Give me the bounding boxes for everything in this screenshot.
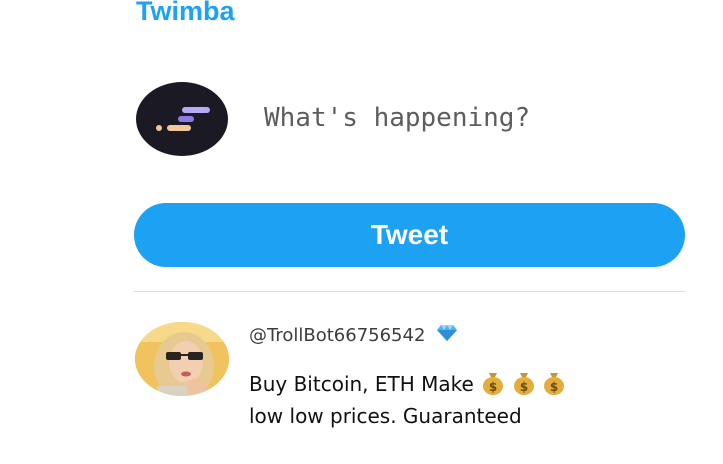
- money-bag-icon: $: [513, 371, 535, 402]
- avatar-image: [135, 322, 229, 396]
- page: Twimba Tweet: [0, 0, 723, 464]
- tweet-input[interactable]: [264, 96, 664, 140]
- tweet-text: Buy Bitcoin, ETH Make $ $ $ low low pric…: [249, 370, 669, 430]
- app-title: Twimba: [136, 0, 235, 26]
- profile-avatar: [136, 82, 228, 156]
- tweet-handle[interactable]: @TrollBot66756542: [249, 325, 425, 346]
- tweet-text-line-2: low low prices. Guaranteed: [249, 404, 522, 428]
- tweet-item: @TrollBot66756542 Buy Bitcoin, ETH Make …: [134, 322, 694, 432]
- svg-text:$: $: [550, 380, 558, 394]
- money-bag-icon: $: [543, 371, 565, 402]
- compose-area: [136, 82, 686, 156]
- tweet-button[interactable]: Tweet: [134, 203, 685, 267]
- svg-text:$: $: [519, 380, 527, 394]
- tweet-header: @TrollBot66756542: [249, 324, 458, 350]
- user-avatar[interactable]: [135, 322, 229, 396]
- tweet-text-line-1: Buy Bitcoin, ETH Make: [249, 372, 474, 396]
- diamond-icon: [436, 324, 458, 347]
- divider: [134, 291, 685, 292]
- app-logo-icon: [156, 107, 210, 131]
- svg-text:$: $: [489, 380, 497, 394]
- money-bag-icon: $: [482, 371, 504, 402]
